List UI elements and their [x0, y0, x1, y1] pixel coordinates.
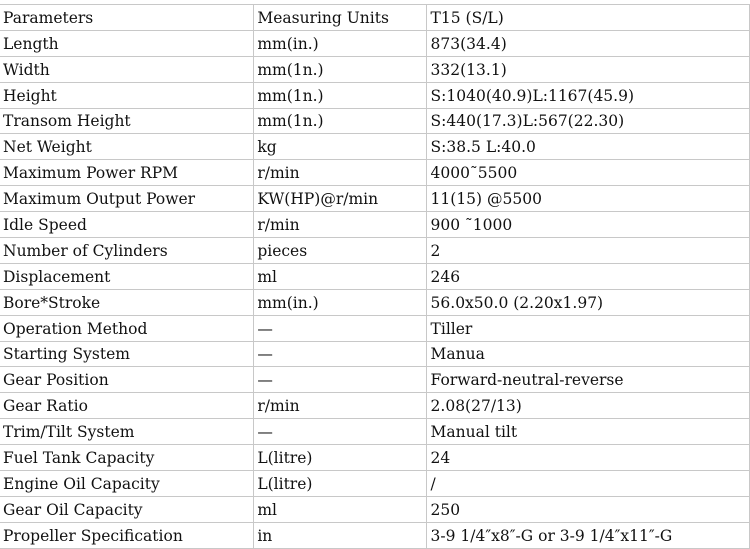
table-row: Width mm(1n.) 332(13.1) — [0, 56, 750, 83]
table-row: Transom Height mm(1n.) S:440(17.3)L:567(22… — [0, 108, 750, 135]
table-row: Maximum Output Power KW(HP)@r/min 11(15) @… — [0, 185, 750, 213]
unit-cell: ml — [253, 263, 427, 290]
value-cell: 3-9 1/4″x8″-G or 3-9 1/4″x11″-G — [426, 522, 750, 549]
value-cell: / — [426, 470, 750, 497]
unit-cell: in — [253, 522, 427, 549]
table-row: Trim/Tilt System — Manual tilt — [0, 418, 750, 446]
value-cell: 246 — [426, 263, 750, 290]
header-value-cell: T15 (S/L) — [426, 4, 750, 31]
value-cell: S:1040(40.9)L:1167(45.9) — [426, 82, 750, 109]
unit-cell: mm(1n.) — [253, 82, 427, 109]
value-cell: 56.0x50.0 (2.20x1.97) — [426, 289, 750, 316]
header-parameter-cell: Parameters — [0, 4, 255, 31]
spec-table-body: Parameters Measuring Units T15 (S/L) Length… — [0, 4, 750, 549]
table-row: Gear Position — Forward-neutral-reverse — [0, 366, 750, 394]
table-row: Starting System — Manua — [0, 341, 750, 368]
unit-cell: — — [253, 366, 427, 394]
table-row: Propeller Specification in 3-9 1/4″x8″-G o… — [0, 522, 750, 549]
table-row: Gear Ratio r/min 2.08(27/13) — [0, 392, 750, 420]
value-cell: 2.08(27/13) — [426, 392, 750, 420]
value-cell: 11(15) @5500 — [426, 185, 750, 213]
parameter-cell: Gear Ratio — [0, 392, 255, 420]
parameter-cell: Engine Oil Capacity — [0, 470, 255, 497]
unit-cell: mm(in.) — [253, 30, 427, 57]
parameter-cell: Propeller Specification — [0, 522, 255, 549]
parameter-cell: Number of Cylinders — [0, 237, 255, 264]
unit-cell: mm(in.) — [253, 289, 427, 316]
unit-cell: mm(1n.) — [253, 108, 427, 135]
unit-cell: pieces — [253, 237, 427, 264]
parameter-cell: Idle Speed — [0, 211, 255, 239]
value-cell: 873(34.4) — [426, 30, 750, 57]
value-cell: 250 — [426, 496, 750, 523]
table-row: Gear Oil Capacity ml 250 — [0, 496, 750, 523]
parameter-cell: Width — [0, 56, 255, 83]
parameter-cell: Length — [0, 30, 255, 57]
parameter-cell: Height — [0, 82, 255, 109]
parameter-cell: Fuel Tank Capacity — [0, 444, 255, 472]
parameter-cell: Maximum Power RPM — [0, 159, 255, 187]
unit-cell: — — [253, 341, 427, 368]
table-row: Displacement ml 246 — [0, 263, 750, 290]
table-row: Bore*Stroke mm(in.) 56.0x50.0 (2.20x1.97) — [0, 289, 750, 316]
unit-cell: kg — [253, 133, 427, 161]
value-cell: Tiller — [426, 315, 750, 342]
table-row: Idle Speed r/min 900 ˜1000 — [0, 211, 750, 239]
parameter-cell: Gear Position — [0, 366, 255, 394]
value-cell: Manual tilt — [426, 418, 750, 446]
parameter-cell: Starting System — [0, 341, 255, 368]
parameter-cell: Bore*Stroke — [0, 289, 255, 316]
value-cell: 2 — [426, 237, 750, 264]
parameter-cell: Net Weight — [0, 133, 255, 161]
parameter-cell: Maximum Output Power — [0, 185, 255, 213]
header-unit-cell: Measuring Units — [253, 4, 427, 31]
value-cell: S:38.5 L:40.0 — [426, 133, 750, 161]
unit-cell: — — [253, 418, 427, 446]
unit-cell: r/min — [253, 211, 427, 239]
value-cell: 332(13.1) — [426, 56, 750, 83]
table-row: Operation Method — Tiller — [0, 315, 750, 342]
table-row: Maximum Power RPM r/min 4000˜5500 — [0, 159, 750, 187]
value-cell: S:440(17.3)L:567(22.30) — [426, 108, 750, 135]
unit-cell: L(litre) — [253, 444, 427, 472]
unit-cell: r/min — [253, 392, 427, 420]
value-cell: 4000˜5500 — [426, 159, 750, 187]
parameter-cell: Gear Oil Capacity — [0, 496, 255, 523]
value-cell: 24 — [426, 444, 750, 472]
table-row: Height mm(1n.) S:1040(40.9)L:1167(45.9) — [0, 82, 750, 109]
value-cell: 900 ˜1000 — [426, 211, 750, 239]
unit-cell: L(litre) — [253, 470, 427, 497]
table-row: Length mm(in.) 873(34.4) — [0, 30, 750, 57]
table-row: Fuel Tank Capacity L(litre) 24 — [0, 444, 750, 472]
unit-cell: — — [253, 315, 427, 342]
unit-cell: mm(1n.) — [253, 56, 427, 83]
unit-cell: ml — [253, 496, 427, 523]
unit-cell: KW(HP)@r/min — [253, 185, 427, 213]
parameter-cell: Displacement — [0, 263, 255, 290]
parameter-cell: Trim/Tilt System — [0, 418, 255, 446]
table-row: Number of Cylinders pieces 2 — [0, 237, 750, 264]
value-cell: Forward-neutral-reverse — [426, 366, 750, 394]
table-row: Net Weight kg S:38.5 L:40.0 — [0, 133, 750, 161]
value-cell: Manua — [426, 341, 750, 368]
unit-cell: r/min — [253, 159, 427, 187]
parameter-cell: Operation Method — [0, 315, 255, 342]
header-row: Parameters Measuring Units T15 (S/L) — [0, 4, 750, 31]
parameter-cell: Transom Height — [0, 108, 255, 135]
spec-table: Parameters Measuring Units T15 (S/L) Length… — [0, 4, 750, 549]
table-row: Engine Oil Capacity L(litre) / — [0, 470, 750, 497]
